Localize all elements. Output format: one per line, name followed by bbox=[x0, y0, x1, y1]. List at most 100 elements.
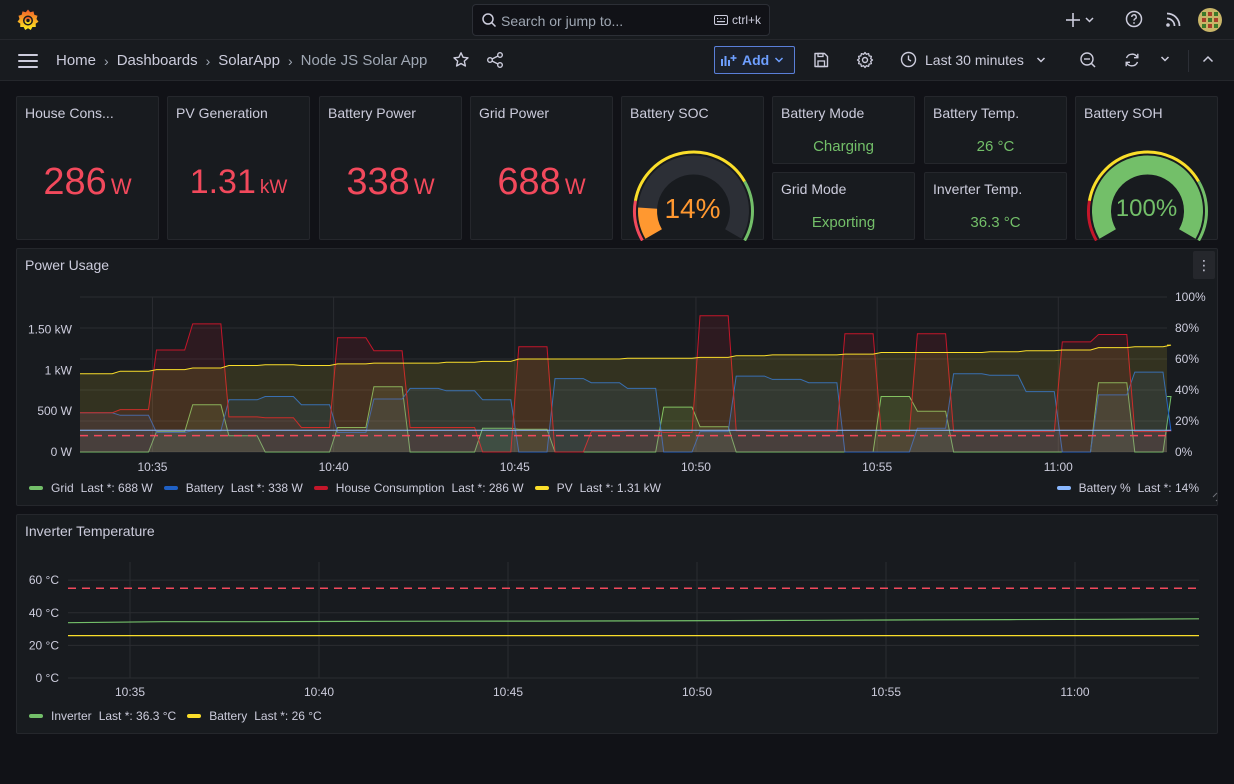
menu-icon[interactable] bbox=[18, 53, 38, 69]
legend-swatch bbox=[187, 714, 202, 718]
panel-title: Grid Power bbox=[479, 105, 550, 121]
legend-last: Last *: 1.31 kW bbox=[579, 481, 661, 495]
legend-swatch bbox=[1056, 486, 1071, 490]
refresh-icon[interactable] bbox=[1123, 51, 1141, 69]
house-consumption-value: 286 W bbox=[17, 161, 158, 204]
y2-tick-label: 80% bbox=[1175, 321, 1199, 335]
legend-item[interactable]: Inverter Last *: 36.3 °C bbox=[29, 709, 176, 723]
resize-handle[interactable] bbox=[1212, 492, 1218, 502]
legend-item[interactable]: Grid Last *: 688 W bbox=[29, 481, 153, 495]
panel-title: Battery Mode bbox=[781, 105, 865, 121]
x-tick-label: 10:55 bbox=[871, 685, 901, 699]
legend-last: Last *: 26 °C bbox=[254, 709, 322, 723]
search-placeholder: Search or jump to... bbox=[501, 13, 624, 29]
y2-tick-label: 0% bbox=[1175, 445, 1193, 459]
legend-item[interactable]: House Consumption Last *: 286 W bbox=[313, 481, 524, 495]
battery-mode-panel[interactable]: Battery Mode Charging bbox=[772, 96, 915, 164]
y-tick-label: 0 W bbox=[51, 445, 73, 459]
search-input[interactable]: Search or jump to... ctrl+k bbox=[472, 4, 770, 36]
share-icon[interactable] bbox=[486, 51, 504, 69]
power-usage-chart[interactable]: 0 W 500 W 1 kW 1.50 kW 0% 20% 40% 60% 80% 100% 10:… bbox=[17, 249, 1219, 507]
battery-soh-value: 100% bbox=[1115, 195, 1178, 222]
y-tick-label: 500 W bbox=[37, 404, 72, 418]
inverter-temp-panel[interactable]: Inverter Temp. 36.3 °C bbox=[924, 172, 1067, 240]
house-consumption-panel[interactable]: House Cons... 286 W bbox=[16, 96, 159, 240]
y-tick-label: 20 °C bbox=[29, 638, 59, 652]
legend-last: Last *: 14% bbox=[1137, 481, 1199, 495]
clock-icon bbox=[900, 51, 917, 68]
battery-percent-legend: Battery % Last *: 14% bbox=[1056, 481, 1199, 495]
dashboard-nav-bar: Home › Dashboards › SolarApp › Node JS S… bbox=[0, 40, 1234, 81]
battery-power-panel[interactable]: Battery Power 338 W bbox=[319, 96, 462, 240]
pv-generation-value: 1.31 kW bbox=[168, 163, 309, 202]
time-range-picker[interactable]: Last 30 minutes bbox=[900, 51, 1046, 68]
news-feed-icon[interactable] bbox=[1165, 10, 1183, 28]
breadcrumb: Home › Dashboards › SolarApp › Node JS S… bbox=[56, 52, 427, 69]
legend-item[interactable]: Battery Last *: 26 °C bbox=[187, 709, 322, 723]
series-line-inverter[interactable] bbox=[67, 618, 1200, 624]
panel-title: PV Generation bbox=[176, 105, 268, 121]
x-tick-label: 11:00 bbox=[1060, 685, 1089, 699]
y-tick-label: 60 °C bbox=[29, 573, 59, 587]
pv-generation-panel[interactable]: PV Generation 1.31 kW bbox=[167, 96, 310, 240]
x-tick-label: 10:45 bbox=[500, 460, 530, 474]
battery-soc-panel[interactable]: Battery SOC 14% bbox=[621, 96, 764, 241]
legend-item[interactable]: PV Last *: 1.31 kW bbox=[534, 481, 661, 495]
settings-gear-icon[interactable] bbox=[856, 51, 874, 69]
breadcrumb-folder[interactable]: SolarApp bbox=[218, 52, 280, 69]
save-icon[interactable] bbox=[812, 51, 830, 69]
chevron-right-icon: › bbox=[104, 52, 109, 69]
refresh-interval-chevron-icon[interactable] bbox=[1160, 55, 1170, 63]
legend-name: Inverter bbox=[51, 709, 92, 723]
panel-title: Battery Temp. bbox=[933, 105, 1020, 121]
chevron-down-icon bbox=[1036, 56, 1045, 63]
x-tick-label: 10:35 bbox=[115, 685, 145, 699]
legend-last: Last *: 286 W bbox=[451, 481, 524, 495]
legend-item-battery-percent[interactable]: Battery % Last *: 14% bbox=[1056, 481, 1199, 495]
legend-name: Battery bbox=[185, 481, 224, 495]
panel-title: House Cons... bbox=[25, 105, 114, 121]
star-icon[interactable] bbox=[452, 51, 470, 69]
inverter-temp-value: 36.3 °C bbox=[970, 214, 1021, 231]
x-tick-label: 10:40 bbox=[304, 685, 334, 699]
stat-unit: W bbox=[110, 174, 132, 199]
panel-title: Grid Mode bbox=[781, 181, 847, 197]
add-button[interactable]: Add bbox=[714, 46, 795, 74]
zoom-out-icon[interactable] bbox=[1079, 51, 1097, 69]
series-area-battery- bbox=[80, 430, 1171, 452]
grid-power-panel[interactable]: Grid Power 688 W bbox=[470, 96, 613, 240]
breadcrumb-dashboards[interactable]: Dashboards bbox=[117, 52, 198, 69]
inverter-temperature-panel[interactable]: Inverter Temperature 0 °C 20 °C 40 °C 60 °C… bbox=[16, 514, 1218, 734]
new-plus-icon[interactable] bbox=[1066, 10, 1096, 30]
collapse-chevron-up-icon[interactable] bbox=[1202, 55, 1214, 63]
time-range-label: Last 30 minutes bbox=[925, 51, 1024, 68]
power-usage-panel[interactable]: Power Usage ⋮ 0 W 500 W1 kW 1.50 kW 0% 20% 40… bbox=[16, 248, 1218, 506]
add-button-label: Add bbox=[742, 52, 770, 68]
grafana-logo-icon[interactable] bbox=[16, 8, 40, 32]
stat-unit: W bbox=[564, 174, 586, 199]
battery-power-value: 338 W bbox=[320, 161, 461, 204]
help-icon[interactable] bbox=[1125, 10, 1143, 28]
chevron-right-icon: › bbox=[287, 52, 293, 69]
panel-title: Battery Power bbox=[328, 105, 416, 121]
y2-tick-label: 40% bbox=[1175, 383, 1199, 397]
battery-temp-panel[interactable]: Battery Temp. 26 °C bbox=[924, 96, 1067, 164]
stat-number: 1.31 bbox=[189, 163, 256, 201]
grid-mode-panel[interactable]: Grid Mode Exporting bbox=[772, 172, 915, 240]
top-bar: Search or jump to... ctrl+k bbox=[0, 0, 1234, 40]
battery-soh-panel[interactable]: Battery SOH 100% bbox=[1075, 96, 1218, 241]
y-tick-label: 1.50 kW bbox=[28, 323, 73, 337]
add-panel-icon bbox=[721, 55, 737, 66]
battery-mode-value: Charging bbox=[813, 138, 874, 155]
legend-last: Last *: 338 W bbox=[230, 481, 303, 495]
legend-name: Grid bbox=[51, 481, 74, 495]
legend-name: PV bbox=[556, 481, 573, 495]
breadcrumb-home[interactable]: Home bbox=[56, 52, 96, 69]
user-avatar[interactable] bbox=[1198, 8, 1222, 32]
legend-swatch bbox=[313, 486, 328, 490]
y2-tick-label: 60% bbox=[1175, 352, 1199, 366]
inverter-temperature-legend: Inverter Last *: 36.3 °C Battery Last *: 26… bbox=[29, 709, 333, 723]
search-icon bbox=[482, 13, 497, 28]
inverter-temperature-chart[interactable]: 0 °C 20 °C 40 °C 60 °C 10:35 10:40 10:45 10:50 1… bbox=[17, 515, 1219, 735]
legend-item[interactable]: Battery Last *: 338 W bbox=[163, 481, 303, 495]
